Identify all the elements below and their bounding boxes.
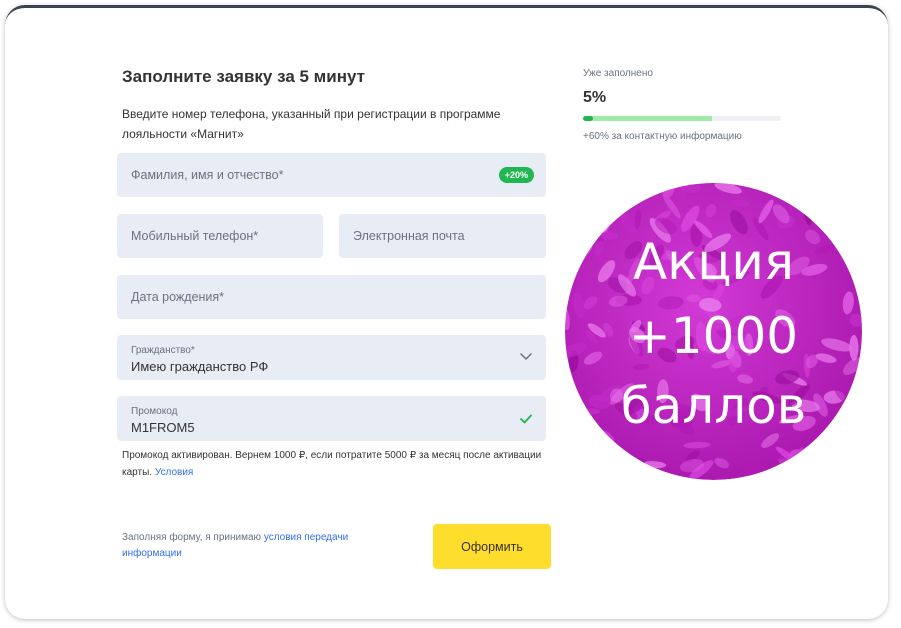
leaf-shape: [836, 420, 849, 451]
leaf-shape: [565, 421, 580, 439]
leaf-shape: [584, 421, 595, 436]
email-field[interactable]: Электронная почта: [339, 214, 546, 258]
email-placeholder: Электронная почта: [353, 229, 465, 243]
leaf-shape: [846, 183, 858, 197]
leaf-shape: [607, 183, 623, 199]
fullname-placeholder: Фамилия, имя и отчество*: [131, 168, 284, 182]
leaf-shape: [565, 238, 578, 249]
leaf-shape: [608, 189, 623, 199]
chevron-down-icon[interactable]: [520, 353, 532, 361]
promo-line-3: баллов: [621, 377, 806, 435]
leaf-shape: [830, 183, 843, 198]
promo-line-2: +1000: [629, 307, 798, 365]
citizenship-label: Гражданство*: [131, 345, 195, 356]
leaf-shape: [579, 211, 596, 220]
leaf-shape: [588, 441, 602, 472]
leaf-shape: [848, 448, 862, 462]
form-title: Заполните заявку за 5 минут: [122, 67, 365, 86]
leaf-shape: [565, 229, 580, 246]
submit-button[interactable]: Оформить: [433, 524, 551, 569]
phone-placeholder: Мобильный телефон*: [131, 229, 259, 243]
promo-activated-note: Промокод активирован. Вернем 1000 ₽, есл…: [122, 447, 542, 481]
birthdate-field[interactable]: Дата рождения*: [117, 275, 546, 319]
leaf-shape: [565, 439, 578, 454]
leaf-shape: [585, 203, 604, 215]
birthdate-placeholder: Дата рождения*: [131, 290, 225, 304]
leaf-shape: [837, 220, 852, 236]
progress-value: 5%: [583, 89, 607, 106]
leaf-shape: [565, 457, 578, 479]
progress-bar-filled: [583, 116, 593, 121]
leaf-shape: [830, 461, 846, 474]
citizenship-value: Имею гражданство РФ: [131, 359, 269, 374]
progress-bar-pending: [583, 116, 712, 121]
citizenship-select[interactable]: Гражданство* Имею гражданство РФ: [117, 335, 546, 380]
check-icon: [520, 414, 532, 424]
progress-bar: [583, 116, 781, 121]
leaf-shape: [839, 183, 855, 191]
leaf-shape: [791, 471, 807, 480]
application-card: Заполните заявку за 5 минут Введите номе…: [5, 5, 888, 619]
consent-prefix: Заполняя форму, я принимаю: [122, 532, 262, 543]
leaf-shape: [803, 468, 821, 477]
leaf-shape: [818, 464, 834, 478]
fullname-field[interactable]: Фамилия, имя и отчество* +20%: [117, 153, 546, 197]
leaf-shape: [566, 452, 594, 472]
leaf-shape: [847, 183, 862, 195]
promo-code-value: M1FROM5: [131, 420, 195, 435]
promo-code-label: Промокод: [131, 406, 178, 417]
leaf-shape: [837, 414, 862, 427]
leaf-shape: [585, 216, 600, 229]
leaf-shape: [565, 204, 580, 219]
leaf-shape: [849, 334, 859, 361]
promo-code-field[interactable]: Промокод M1FROM5: [117, 396, 546, 441]
terms-link[interactable]: Условия: [155, 467, 194, 478]
leaf-shape: [825, 183, 847, 191]
consent-text: Заполняя форму, я принимаю условия перед…: [122, 530, 382, 562]
fullname-bonus-badge: +20%: [498, 167, 534, 183]
leaf-shape: [574, 408, 601, 415]
form-subtitle: Введите номер телефона, указанный при ре…: [122, 107, 501, 141]
progress-hint: +60% за контактную информацию: [583, 131, 742, 142]
promo-line-1: Акция: [633, 233, 794, 291]
leaf-shape: [818, 457, 839, 472]
phone-field[interactable]: Мобильный телефон*: [117, 214, 323, 258]
promo-banner: Акция +1000 баллов: [565, 183, 862, 480]
leaf-shape: [581, 449, 596, 467]
leaf-shape: [565, 425, 584, 437]
progress-label: Уже заполнено: [583, 68, 653, 79]
